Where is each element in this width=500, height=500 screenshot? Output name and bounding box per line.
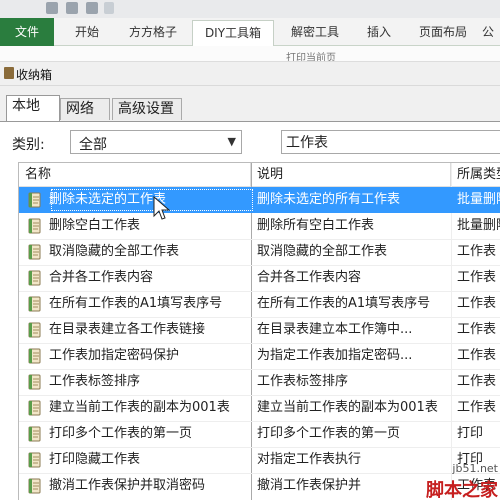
row-description: 合并各工作表内容	[257, 270, 362, 285]
tab-decrypt-tools[interactable]: 解密工具	[280, 18, 350, 46]
ribbon-body: 打印当前页	[0, 46, 500, 62]
row-type: 工作表	[457, 296, 497, 311]
box-icon	[4, 67, 14, 79]
row-type: 工作表	[457, 322, 497, 337]
row-type: 打印	[457, 426, 484, 441]
list-row[interactable]: 取消隐藏的全部工作表 取消隐藏的全部工作表 工作表	[19, 239, 500, 265]
script-icon	[28, 218, 41, 234]
row-type: 批量删除	[457, 192, 500, 207]
category-label: 类别:	[12, 137, 45, 153]
row-description: 删除未选定的所有工作表	[257, 192, 401, 207]
row-name: 工作表加指定密码保护	[49, 348, 180, 363]
list-row[interactable]: 合并各工作表内容 合并各工作表内容 工作表	[19, 265, 500, 291]
mouse-cursor-icon	[153, 195, 171, 220]
tab-more[interactable]: 公	[482, 18, 500, 46]
row-description: 在目录表建立本工作簿中...	[257, 322, 413, 337]
tab-insert[interactable]: 插入	[356, 18, 402, 46]
category-value: 全部	[79, 137, 107, 153]
list-row[interactable]: 建立当前工作表的副本为001表 建立当前工作表的副本为001表 工作表	[19, 395, 500, 421]
list-row[interactable]: 工作表标签排序 工作表标签排序 工作表	[19, 369, 500, 395]
quick-access-icon[interactable]	[86, 2, 98, 14]
row-description: 在所有工作表的A1填写表序号	[257, 296, 431, 311]
script-icon	[28, 192, 41, 208]
script-icon	[28, 426, 41, 442]
row-description: 建立当前工作表的副本为001表	[257, 400, 438, 415]
watermark-name: 脚本之家	[426, 480, 498, 500]
script-icon	[28, 296, 41, 312]
list-row[interactable]: 在目录表建立各工作表链接 在目录表建立本工作簿中... 工作表	[19, 317, 500, 343]
category-select[interactable]: 全部 ▼	[70, 130, 242, 154]
row-name: 在所有工作表的A1填写表序号	[49, 296, 223, 311]
column-header-type[interactable]: 所属类型	[451, 163, 500, 187]
row-type: 工作表	[457, 400, 497, 415]
script-icon	[28, 400, 41, 416]
row-description: 为指定工作表加指定密码...	[257, 348, 413, 363]
tab-file[interactable]: 文件	[0, 18, 54, 46]
list-row[interactable]: 删除空白工作表 删除所有空白工作表 批量删除	[19, 213, 500, 239]
script-icon	[28, 374, 41, 390]
row-type: 工作表	[457, 348, 497, 363]
dialog-title: 收纳箱	[16, 68, 53, 82]
row-name: 建立当前工作表的副本为001表	[49, 400, 230, 415]
tab-diy-toolbox[interactable]: DIY工具箱	[192, 20, 274, 47]
row-type: 工作表	[457, 244, 497, 259]
row-name: 打印多个工作表的第一页	[49, 426, 193, 441]
ribbon-partial-label[interactable]: 打印当前页	[286, 49, 336, 61]
script-icon	[28, 348, 41, 364]
quick-access-toolbar	[0, 0, 500, 18]
script-icon	[28, 270, 41, 286]
list-header: 名称 说明 所属类型	[19, 163, 500, 187]
row-name: 打印隐藏工作表	[49, 452, 141, 467]
row-name: 撤消工作表保护并取消密码	[49, 478, 206, 493]
watermark-url: jb51.net	[452, 462, 498, 475]
dialog-title-bar: 收纳箱	[0, 62, 500, 86]
list-row[interactable]: 在所有工作表的A1填写表序号 在所有工作表的A1填写表序号 工作表	[19, 291, 500, 317]
row-description: 打印多个工作表的第一页	[257, 426, 401, 441]
search-input[interactable]	[281, 130, 500, 154]
tab-page-layout[interactable]: 页面布局	[408, 18, 478, 46]
list-row[interactable]: 删除未选定的工作表 删除未选定的所有工作表 批量删除	[19, 187, 500, 213]
row-name: 工作表标签排序	[49, 374, 141, 389]
script-icon	[28, 452, 41, 468]
row-name: 在目录表建立各工作表链接	[49, 322, 206, 337]
customize-quick-access-icon[interactable]	[104, 2, 114, 14]
column-header-description[interactable]: 说明	[251, 163, 451, 187]
row-type: 工作表	[457, 270, 497, 285]
tab-ffcell[interactable]: 方方格子	[120, 18, 186, 46]
script-icon	[28, 244, 41, 260]
row-description: 删除所有空白工作表	[257, 218, 375, 233]
tab-home[interactable]: 开始	[60, 18, 114, 46]
quick-access-icon[interactable]	[46, 2, 58, 14]
tab-advanced-settings[interactable]: 高级设置	[112, 98, 182, 120]
dialog-tabs: 本地 网络 高级设置	[0, 86, 500, 122]
quick-access-icon[interactable]	[66, 2, 78, 14]
function-list: 名称 说明 所属类型 删除未选定的工作表 删除未选定的所有工作表 批量删除 删除…	[18, 162, 500, 500]
row-type: 批量删除	[457, 218, 500, 233]
script-icon	[28, 478, 41, 494]
row-description: 取消隐藏的全部工作表	[257, 244, 388, 259]
tab-local[interactable]: 本地	[6, 95, 60, 122]
row-name: 取消隐藏的全部工作表	[49, 244, 180, 259]
tab-network[interactable]: 网络	[60, 98, 110, 120]
row-description: 工作表标签排序	[257, 374, 349, 389]
script-icon	[28, 322, 41, 338]
chevron-down-icon[interactable]: ▼	[228, 135, 236, 148]
watermark: jb51.net 脚本之家	[412, 460, 500, 500]
list-row[interactable]: 工作表加指定密码保护 为指定工作表加指定密码... 工作表	[19, 343, 500, 369]
ribbon-tab-bar: 文件 开始 方方格子 DIY工具箱 解密工具 插入 页面布局 公	[0, 18, 500, 47]
column-header-name[interactable]: 名称	[19, 163, 251, 187]
list-row[interactable]: 打印多个工作表的第一页 打印多个工作表的第一页 打印	[19, 421, 500, 447]
row-name: 合并各工作表内容	[49, 270, 154, 285]
filter-bar: 类别: 全部 ▼	[0, 122, 500, 162]
row-type: 工作表	[457, 374, 497, 389]
